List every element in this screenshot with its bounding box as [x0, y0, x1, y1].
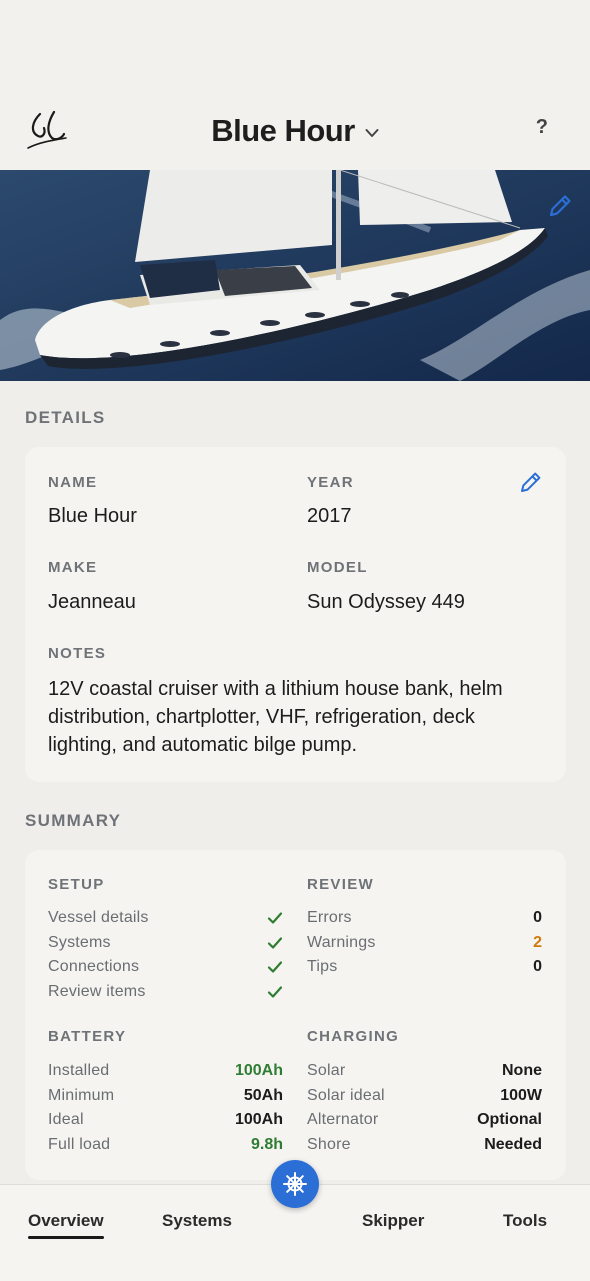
check-icon: [267, 986, 283, 998]
year-label: YEAR: [307, 474, 354, 491]
review-row: Tips 0: [307, 956, 542, 978]
battery-item-value: 9.8h: [250, 1136, 283, 1153]
review-item-label: Tips: [307, 958, 338, 975]
review-item-value: 2: [533, 934, 542, 951]
charging-item-label: Solar: [307, 1062, 346, 1079]
review-heading: REVIEW: [307, 876, 374, 893]
helm-action-button[interactable]: [271, 1160, 319, 1208]
setup-item-label: Connections: [48, 958, 140, 975]
charging-row: Alternator Optional: [307, 1109, 542, 1131]
check-icon: [267, 937, 283, 949]
charging-item-label: Shore: [307, 1136, 351, 1153]
tab-skipper[interactable]: Skipper: [362, 1211, 424, 1231]
battery-item-value: 100Ah: [234, 1062, 283, 1079]
charging-item-label: Alternator: [307, 1111, 379, 1128]
review-row: Warnings 2: [307, 932, 542, 954]
battery-item-label: Full load: [48, 1136, 111, 1153]
helm-wheel-icon: [283, 1172, 307, 1196]
charging-item-value: 100W: [500, 1087, 542, 1104]
charging-item-value: Needed: [484, 1136, 542, 1153]
review-item-label: Warnings: [307, 934, 376, 951]
setup-row: Vessel details: [48, 907, 283, 929]
setup-row: Review items: [48, 981, 283, 1003]
charging-row: Solar None: [307, 1060, 542, 1082]
battery-item-value: 50Ah: [243, 1087, 283, 1104]
edit-photo-icon[interactable]: [546, 192, 574, 220]
check-icon: [267, 912, 283, 924]
battery-row: Minimum 50Ah: [48, 1085, 283, 1107]
battery-item-label: Ideal: [48, 1111, 84, 1128]
battery-heading: BATTERY: [48, 1028, 127, 1045]
name-label: NAME: [48, 474, 98, 491]
sailboat-image: [0, 170, 590, 381]
battery-row: Installed 100Ah: [48, 1060, 283, 1082]
summary-section-label: SUMMARY: [25, 811, 122, 830]
tab-tools[interactable]: Tools: [503, 1211, 547, 1231]
review-item-value: 0: [533, 909, 542, 926]
review-row: Errors 0: [307, 907, 542, 929]
battery-item-label: Minimum: [48, 1087, 115, 1104]
chevron-down-icon: [365, 129, 379, 137]
tab-overview[interactable]: Overview: [28, 1211, 104, 1231]
setup-row: Connections: [48, 956, 283, 978]
setup-heading: SETUP: [48, 876, 105, 893]
name-value: Blue Hour: [48, 505, 137, 527]
charging-item-label: Solar ideal: [307, 1087, 385, 1104]
notes-value: 12V coastal cruiser with a lithium house…: [48, 678, 503, 756]
model-value: Sun Odyssey 449: [307, 591, 465, 613]
vessel-selector[interactable]: Blue Hour: [0, 110, 590, 152]
tab-systems[interactable]: Systems: [162, 1211, 232, 1231]
app-header: Blue Hour ?: [0, 0, 590, 170]
battery-row: Full load 9.8h: [48, 1134, 283, 1156]
review-item-label: Errors: [307, 909, 352, 926]
summary-card: SETUP Vessel details Systems Connections…: [25, 850, 566, 1180]
battery-item-label: Installed: [48, 1062, 110, 1079]
notes-label: NOTES: [48, 645, 107, 662]
charging-row: Shore Needed: [307, 1134, 542, 1156]
setup-item-label: Systems: [48, 934, 111, 951]
year-value: 2017: [307, 505, 352, 527]
check-icon: [267, 961, 283, 973]
battery-item-value: 100Ah: [234, 1111, 283, 1128]
details-section-label: DETAILS: [25, 408, 106, 427]
battery-row: Ideal 100Ah: [48, 1109, 283, 1131]
setup-row: Systems: [48, 932, 283, 954]
active-tab-indicator: [28, 1236, 104, 1239]
setup-item-label: Vessel details: [48, 909, 149, 926]
setup-item-label: Review items: [48, 983, 146, 1000]
model-label: MODEL: [307, 559, 368, 576]
review-item-value: 0: [533, 958, 542, 975]
charging-item-value: Optional: [477, 1111, 542, 1128]
page-title: Blue Hour: [211, 113, 355, 148]
vessel-photo: [0, 170, 590, 381]
help-button[interactable]: ?: [536, 116, 548, 139]
charging-heading: CHARGING: [307, 1028, 400, 1045]
edit-details-icon[interactable]: [518, 469, 544, 495]
charging-row: Solar ideal 100W: [307, 1085, 542, 1107]
make-value: Jeanneau: [48, 591, 136, 613]
charging-item-value: None: [502, 1062, 542, 1079]
make-label: MAKE: [48, 559, 98, 576]
details-card: NAME Blue Hour YEAR 2017 MAKE Jeanneau M…: [25, 447, 566, 782]
